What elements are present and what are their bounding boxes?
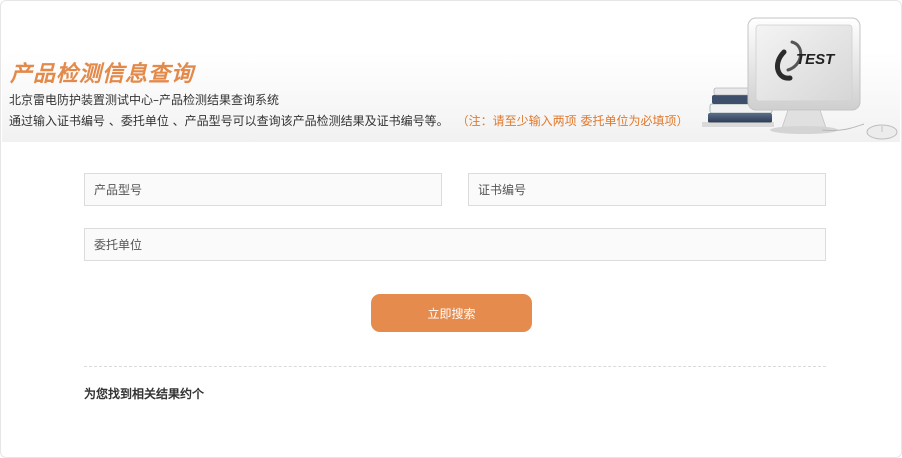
client-unit-input[interactable] [84, 228, 826, 261]
required-fields-note: （注：请至少输入两项 委托单位为必填项） [462, 114, 689, 128]
search-button[interactable]: 立即搜索 [371, 294, 532, 332]
header-banner: 产品检测信息查询 北京雷电防护装置测试中心–产品检测结果查询系统 通过输入证书编… [2, 2, 900, 142]
system-subtitle: 北京雷电防护装置测试中心–产品检测结果查询系统 [9, 93, 280, 107]
results-divider [84, 366, 826, 367]
results-summary: 为您找到相关结果约个 [84, 387, 205, 401]
page-title: 产品检测信息查询 [10, 62, 195, 87]
logo-text: TEST [796, 51, 836, 68]
page-frame: 产品检测信息查询 北京雷电防护装置测试中心–产品检测结果查询系统 通过输入证书编… [0, 0, 902, 458]
certificate-number-input[interactable] [468, 173, 826, 206]
product-model-input[interactable] [84, 173, 442, 206]
computer-illustration-icon: TEST [702, 17, 898, 140]
instructions-text: 通过输入证书编号 、委托单位 、产品型号可以查询该产品检测结果及证书编号等。 [9, 114, 449, 128]
search-instructions: 通过输入证书编号 、委托单位 、产品型号可以查询该产品检测结果及证书编号等。 （注… [9, 112, 688, 129]
